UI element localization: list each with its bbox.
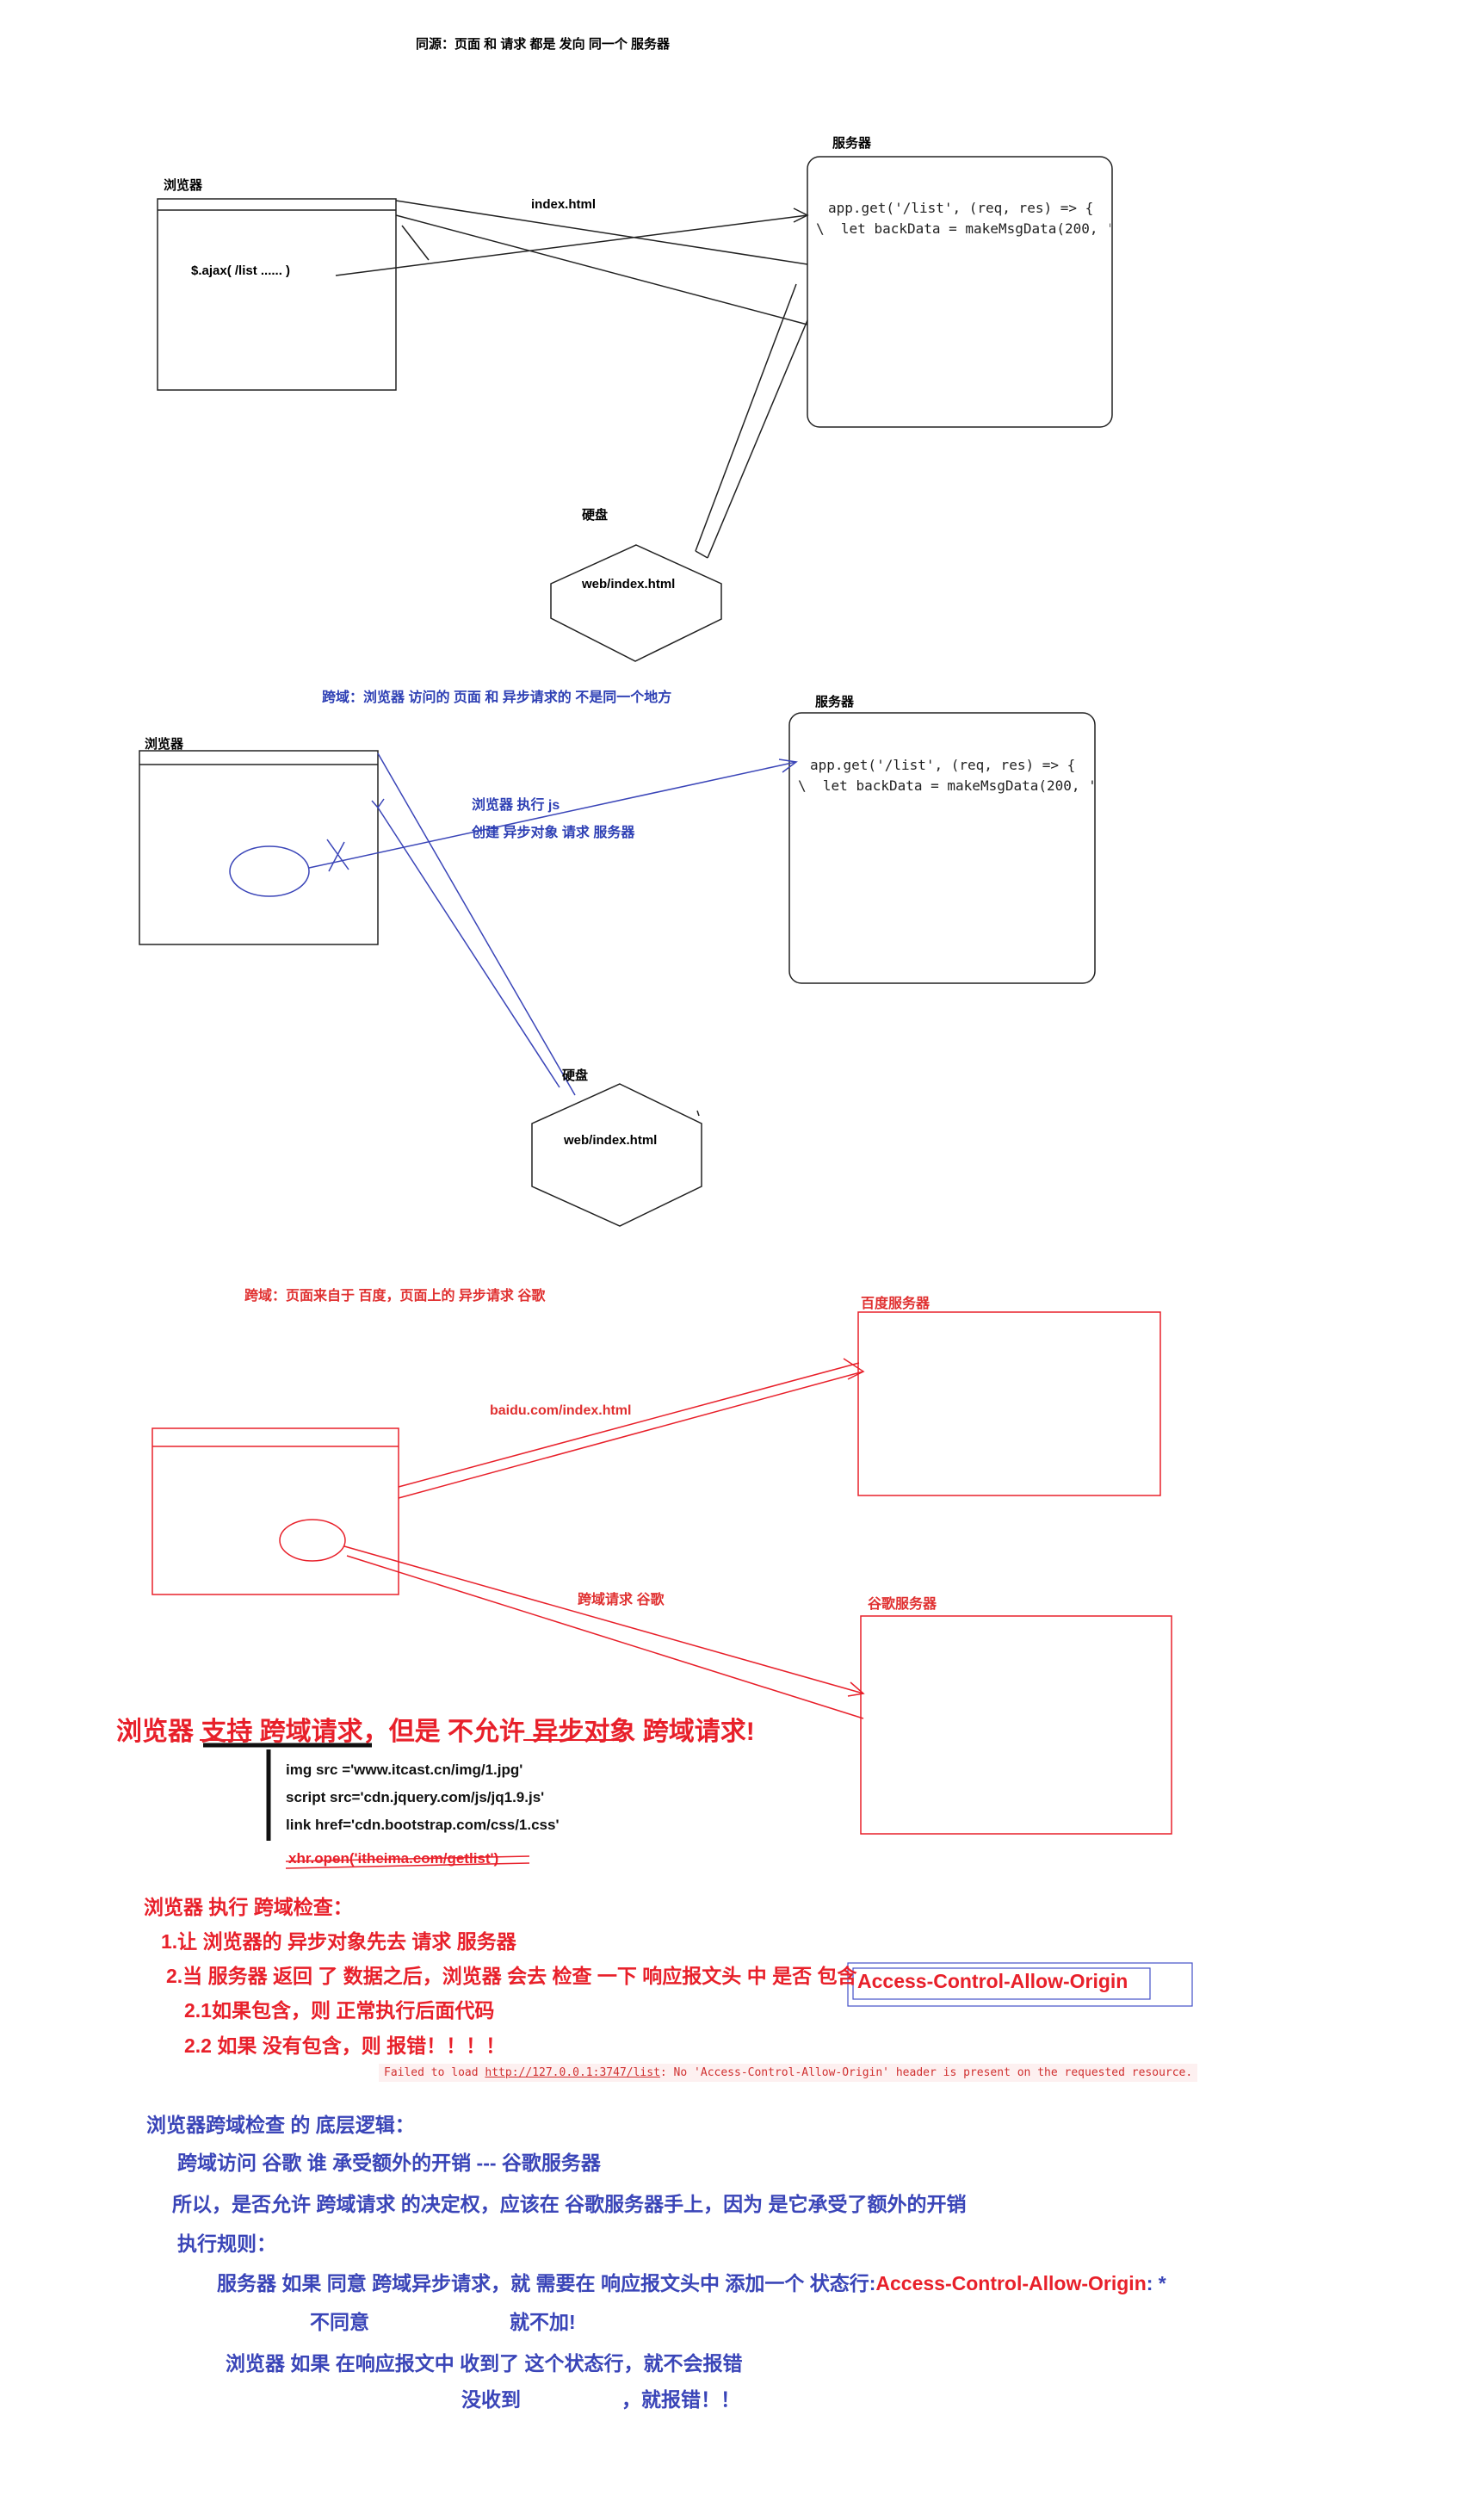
s2-note-line1: 浏览器 执行 js [472, 798, 560, 813]
s1-code-line1: app.get('/list', (req, res) => { [828, 200, 1094, 216]
s1-line-b [395, 214, 808, 325]
xhr-example: xhr.open('itheima.com/getlist') [288, 1850, 499, 1867]
check-step1: 1.让 浏览器的 异步对象先去 请求 服务器 [161, 1930, 516, 1953]
s3-ajax-ellipse [279, 1519, 346, 1562]
s3-baidu-arrow-label: baidu.com/index.html [490, 1403, 632, 1418]
s1-disk-hexagon [550, 544, 722, 662]
check-title: 浏览器 执行 跨域检查： [144, 1896, 353, 1918]
s2-disk-file: web/index.html [564, 1133, 658, 1148]
logic-line2: 所以，是否允许 跨域请求 的决定权，应该在 谷歌服务器手上，因为 是它承受了额外… [172, 2193, 967, 2215]
s3-baidu-line-b [398, 1362, 860, 1488]
logic-title: 浏览器跨域检查 的 底层逻辑： [146, 2114, 415, 2136]
s1-disk-line-a [695, 283, 797, 552]
s3-google-line-a [343, 1545, 864, 1694]
s3-baidu-box [857, 1311, 1161, 1496]
logic-rules-title: 执行规则： [177, 2232, 276, 2255]
s3-google-label: 谷歌服务器 [868, 1597, 937, 1612]
logic-rule2b-b: ，就报错！！ [621, 2388, 740, 2411]
s1-disk-file: web/index.html [582, 577, 676, 591]
s3-baidu-label: 百度服务器 [861, 1297, 931, 1311]
logic-rule2b-a: 没收到 [461, 2388, 521, 2411]
s1-line-c [401, 225, 430, 261]
s2-server-box [788, 712, 1096, 984]
s2-disk-line-a [377, 807, 560, 1088]
check-step21: 2.1如果包含，则 正常执行后面代码 [184, 1999, 495, 2022]
check-step22: 2.2 如果 没有包含，则 报错！！！！ [184, 2034, 506, 2057]
s1-ajax-call: $.ajax( /list ...... ) [191, 263, 291, 278]
console-error: Failed to load http://127.0.0.1:3747/lis… [379, 2064, 1198, 2082]
s1-disk-line-b [707, 319, 808, 559]
s2-note-line2: 创建 异步对象 请求 服务器 [472, 826, 635, 840]
logic-rule2: 浏览器 如果 在响应报文中 收到了 这个状态行，就不会报错 [226, 2352, 743, 2375]
s1-code-line2: \ let backData = makeMsgData(200, ' [816, 220, 1110, 237]
s1-disk-label: 硬盘 [582, 508, 609, 523]
s2-server-label: 服务器 [815, 695, 855, 709]
example-link: link href='cdn.bootstrap.com/css/1.css' [286, 1817, 560, 1833]
s2-disk-tick [696, 1110, 700, 1117]
s2-disk-hexagon [531, 1083, 702, 1227]
s2-ajax-ellipse [229, 845, 310, 897]
logic-rule1: 服务器 如果 同意 跨域异步请求，就 需要在 响应报文头中 添加一个 状态行:A… [217, 2272, 1166, 2294]
s2-ajax-arrowhead [778, 759, 798, 773]
s1-server-label: 服务器 [832, 136, 872, 151]
logic-rule1b-b: 就不加! [510, 2311, 576, 2333]
s1-ajax-arrow [335, 214, 808, 276]
s2-cross-b [328, 841, 345, 872]
check-header-name: Access-Control-Allow-Origin [857, 1970, 1128, 1992]
example-script: script src='cdn.jquery.com/js/jq1.9.js' [286, 1789, 545, 1805]
s1-disk-line-c [695, 550, 708, 559]
s1-server-box [807, 156, 1113, 428]
s2-code-line1: app.get('/list', (req, res) => { [810, 757, 1076, 773]
check-step2: 2.当 服务器 返回 了 数据之后，浏览器 会去 检查 一下 响应报文头 中 是… [166, 1965, 857, 1987]
s3-google-box [860, 1615, 1172, 1835]
headline: 浏览器 支持 跨域请求，但是 不允许 异步对象 跨域请求! [116, 1718, 755, 1746]
s1-title: 同源：页面 和 请求 都是 发向 同一个 服务器 [416, 37, 671, 52]
example-img: img src ='www.itcast.cn/img/1.jpg' [286, 1762, 523, 1778]
s3-title: 跨域：页面来自于 百度，页面上的 异步请求 谷歌 [244, 1289, 546, 1303]
s3-google-arrow-label: 跨域请求 谷歌 [578, 1593, 665, 1607]
logic-line1: 跨域访问 谷歌 谁 承受额外的开销 --- 谷歌服务器 [177, 2152, 601, 2174]
s1-browser-label: 浏览器 [164, 178, 203, 193]
s2-code-line2: \ let backData = makeMsgData(200, ' [798, 777, 1093, 794]
s2-title: 跨域：浏览器 访问的 页面 和 异步请求的 不是同一个地方 [322, 690, 672, 705]
s3-browser-box [151, 1427, 399, 1595]
s3-google-line-b [346, 1555, 864, 1719]
s2-disk-label: 硬盘 [562, 1068, 589, 1083]
s1-line-a [395, 200, 808, 265]
logic-rule1b-a: 不同意 [310, 2311, 369, 2333]
section3-drawing [151, 1311, 1172, 1835]
s1-arrow-label: index.html [531, 197, 597, 212]
s3-baidu-line-a [398, 1371, 864, 1499]
s2-browser-label: 浏览器 [145, 737, 184, 752]
s1-browser-box [157, 198, 397, 391]
